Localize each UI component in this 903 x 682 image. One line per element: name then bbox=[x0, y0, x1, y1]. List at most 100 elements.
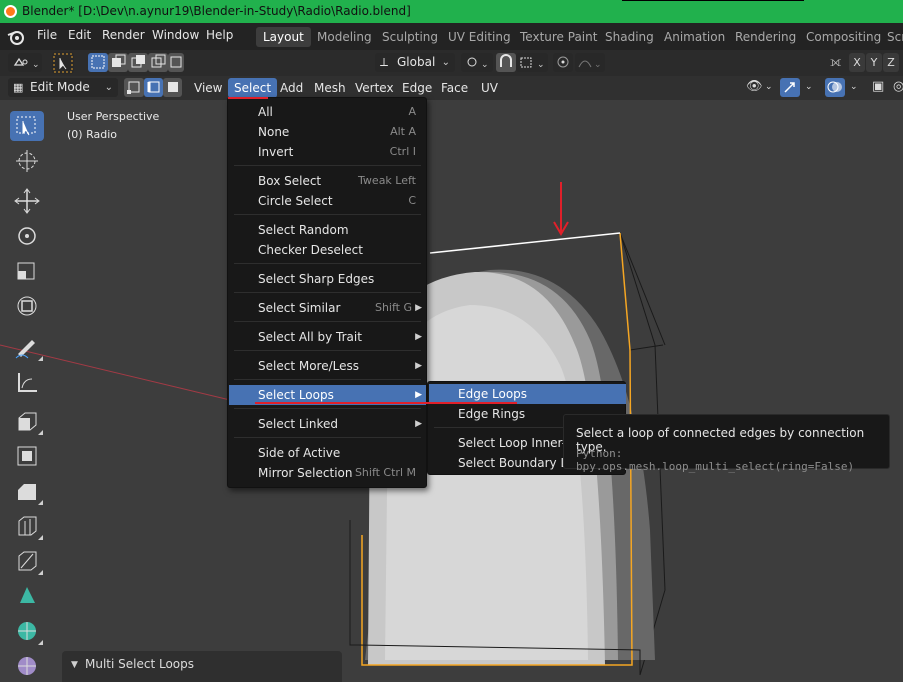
editor-type-button[interactable]: ⌄ bbox=[8, 53, 42, 72]
header-menu-uv[interactable]: UV bbox=[475, 78, 504, 98]
rotate-tool[interactable] bbox=[10, 221, 44, 251]
menu-item-select-more-less[interactable]: Select More/Less ▶ bbox=[229, 356, 426, 376]
menu-help[interactable]: Help bbox=[206, 28, 233, 42]
tab-shading[interactable]: Shading bbox=[598, 27, 661, 47]
tab-compositing[interactable]: Compositing bbox=[799, 27, 888, 47]
menu-separator bbox=[234, 350, 421, 351]
menu-item-select-linked[interactable]: Select Linked ▶ bbox=[229, 414, 426, 434]
select-mode-subtract[interactable] bbox=[128, 53, 148, 72]
poly-build-tool[interactable] bbox=[10, 581, 44, 611]
tab-rendering[interactable]: Rendering bbox=[728, 27, 803, 47]
gizmo-toggle[interactable] bbox=[780, 78, 800, 97]
snap-toggle[interactable] bbox=[496, 53, 516, 72]
viewport-perspective-label: User Perspective bbox=[67, 110, 160, 123]
header-menu-mesh[interactable]: Mesh bbox=[308, 78, 352, 98]
tab-sculpting[interactable]: Sculpting bbox=[375, 27, 445, 47]
menu-item-side-of-active[interactable]: Side of Active bbox=[229, 443, 426, 463]
mirror-mesh-icon[interactable]: ⟗ bbox=[830, 55, 841, 70]
tab-layout[interactable]: Layout bbox=[256, 27, 311, 47]
chevron-down-icon[interactable]: ⌄ bbox=[850, 82, 858, 92]
menu-item-checker-deselect[interactable]: Checker Deselect bbox=[229, 240, 426, 260]
tab-scripting[interactable]: Scr bbox=[880, 27, 903, 47]
mode-dropdown[interactable]: ▦ Edit Mode ⌄ bbox=[8, 78, 118, 97]
chevron-down-icon[interactable]: ⌄ bbox=[805, 82, 813, 92]
menu-item-all[interactable]: All A bbox=[229, 102, 426, 122]
cursor-tool[interactable] bbox=[10, 146, 44, 176]
select-box-tool[interactable] bbox=[10, 111, 44, 141]
knife-tool[interactable] bbox=[10, 546, 44, 576]
smooth-tool[interactable] bbox=[10, 651, 44, 681]
header-menu-face[interactable]: Face bbox=[435, 78, 474, 98]
edge-select-mode[interactable] bbox=[144, 78, 163, 97]
scale-tool[interactable] bbox=[10, 256, 44, 286]
transform-tool[interactable] bbox=[10, 291, 44, 321]
bevel-tool[interactable] bbox=[10, 476, 44, 506]
xray-icon[interactable]: ▣ bbox=[872, 79, 884, 94]
menu-item-label: Select All by Trait bbox=[258, 330, 362, 344]
viewport-object-label: (0) Radio bbox=[67, 128, 117, 141]
proportional-editing-toggle[interactable] bbox=[553, 53, 573, 72]
select-mode-invert[interactable] bbox=[168, 53, 184, 72]
menu-edit[interactable]: Edit bbox=[68, 28, 91, 42]
header-menu-vertex[interactable]: Vertex bbox=[349, 78, 400, 98]
shortcut-label: C bbox=[408, 194, 416, 207]
face-select-mode[interactable] bbox=[163, 78, 182, 97]
transform-orientation-dropdown[interactable]: ⟂ Global ⌄ bbox=[375, 53, 455, 72]
spin-tool[interactable] bbox=[10, 616, 44, 646]
tab-animation[interactable]: Animation bbox=[657, 27, 732, 47]
submenu-arrow-icon: ▶ bbox=[415, 361, 422, 371]
vertex-select-mode[interactable] bbox=[124, 78, 144, 97]
select-mode-extend[interactable] bbox=[108, 53, 128, 72]
menu-item-label: Select Linked bbox=[258, 417, 338, 431]
tab-uv-editing[interactable]: UV Editing bbox=[441, 27, 518, 47]
mirror-x-toggle[interactable]: X bbox=[849, 53, 865, 72]
select-mode-new[interactable] bbox=[88, 53, 108, 72]
menu-item-circle-select[interactable]: Circle Select C bbox=[229, 191, 426, 211]
select-mode-intersect[interactable] bbox=[148, 53, 168, 72]
measure-tool[interactable] bbox=[10, 367, 44, 397]
move-tool[interactable] bbox=[10, 186, 44, 216]
menu-item-mirror-selection[interactable]: Mirror Selection Shift Ctrl M bbox=[229, 463, 426, 483]
menu-item-none[interactable]: None Alt A bbox=[229, 122, 426, 142]
header-menu-view[interactable]: View bbox=[188, 78, 228, 98]
loop-cut-tool[interactable] bbox=[10, 511, 44, 541]
extrude-region-tool[interactable] bbox=[10, 406, 44, 436]
shading-wireframe-icon[interactable]: ◎ bbox=[893, 79, 903, 94]
annotation-underline bbox=[228, 97, 268, 99]
inset-faces-tool[interactable] bbox=[10, 441, 44, 471]
menu-item-invert[interactable]: Invert Ctrl I bbox=[229, 142, 426, 162]
menu-item-label: Mirror Selection bbox=[258, 466, 353, 480]
snap-target-dropdown[interactable]: ⌄ bbox=[516, 53, 548, 72]
mirror-z-toggle[interactable]: Z bbox=[883, 53, 899, 72]
menu-item-label: Select More/Less bbox=[258, 359, 359, 373]
header-menu-add[interactable]: Add bbox=[274, 78, 309, 98]
pivot-point-dropdown[interactable]: ⌄ bbox=[461, 53, 493, 72]
proportional-falloff-dropdown[interactable]: ⌄ bbox=[575, 53, 605, 72]
mirror-y-toggle[interactable]: Y bbox=[866, 53, 882, 72]
menu-window[interactable]: Window bbox=[152, 28, 199, 42]
menu-separator bbox=[234, 379, 421, 380]
menu-item-select-all-by-trait[interactable]: Select All by Trait ▶ bbox=[229, 327, 426, 347]
header-menu-edge[interactable]: Edge bbox=[396, 78, 438, 98]
menu-item-select-sharp-edges[interactable]: Select Sharp Edges bbox=[229, 269, 426, 289]
chevron-down-icon: ⌄ bbox=[441, 57, 450, 68]
header-menu-select[interactable]: Select bbox=[228, 78, 278, 98]
redo-panel[interactable]: ▼ Multi Select Loops bbox=[62, 651, 342, 682]
annotate-tool[interactable] bbox=[10, 332, 44, 362]
svg-text:⌄: ⌄ bbox=[594, 60, 602, 70]
menu-item-edge-loops[interactable]: Edge Loops bbox=[429, 384, 626, 404]
panel-collapse-icon[interactable]: ▼ bbox=[71, 660, 78, 670]
select-tool-button[interactable] bbox=[52, 52, 74, 74]
menu-item-select-similar[interactable]: Select Similar Shift G ▶ bbox=[229, 298, 426, 318]
overlays-toggle[interactable] bbox=[825, 78, 845, 97]
visibility-eye-icon[interactable]: 👁 bbox=[746, 79, 763, 94]
blender-logo-icon[interactable] bbox=[6, 28, 28, 46]
tab-modeling[interactable]: Modeling bbox=[310, 27, 379, 47]
chevron-down-icon[interactable]: ⌄ bbox=[765, 82, 773, 92]
menu-item-select-random[interactable]: Select Random bbox=[229, 220, 426, 240]
menu-item-box-select[interactable]: Box Select Tweak Left bbox=[229, 171, 426, 191]
menu-file[interactable]: File bbox=[37, 28, 57, 42]
tab-texture-paint[interactable]: Texture Paint bbox=[513, 27, 604, 47]
menu-separator bbox=[234, 214, 421, 215]
menu-render[interactable]: Render bbox=[102, 28, 145, 42]
